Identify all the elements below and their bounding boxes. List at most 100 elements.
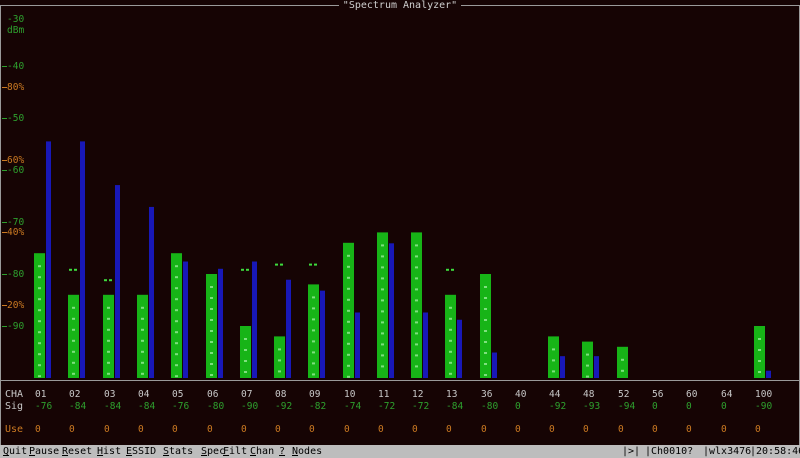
table-cell: -74 bbox=[344, 401, 362, 412]
table-cell: 0 bbox=[172, 424, 178, 435]
signal-bar-dash bbox=[347, 276, 350, 279]
menu-item-essid[interactable]: ESSID bbox=[126, 445, 156, 458]
signal-bar-dash bbox=[210, 286, 213, 288]
signal-bar-dash bbox=[175, 276, 178, 279]
table-cell: 0 bbox=[207, 424, 213, 435]
table-cell: 0 bbox=[69, 424, 75, 435]
table-cell: 64 bbox=[721, 389, 733, 400]
signal-bar bbox=[582, 341, 593, 378]
signal-bar-dash bbox=[210, 297, 213, 299]
menu-item-reset[interactable]: Reset bbox=[62, 445, 92, 458]
table-cell: -84 bbox=[104, 401, 122, 412]
signal-bar-dash bbox=[312, 307, 315, 310]
signal-bar-dash bbox=[107, 339, 110, 342]
signal-bar-dash bbox=[312, 373, 315, 376]
signal-bar-dash bbox=[141, 317, 144, 320]
signal-bar-dash bbox=[210, 352, 213, 354]
usage-bar bbox=[80, 141, 85, 378]
menu-label-rest: eset bbox=[68, 446, 93, 457]
peak-marker bbox=[109, 279, 112, 282]
signal-bar-dash bbox=[72, 372, 75, 375]
table-cell: 44 bbox=[549, 389, 561, 400]
signal-bar-dash bbox=[175, 342, 178, 345]
table-cell: 10 bbox=[344, 389, 356, 400]
menu-item-nodes[interactable]: Nodes bbox=[292, 445, 322, 458]
signal-bar-dash bbox=[621, 358, 624, 361]
spectrum-chart bbox=[34, 141, 771, 378]
table-cell: 0 bbox=[378, 424, 384, 435]
signal-bar-dash bbox=[175, 353, 178, 356]
usage-bar bbox=[423, 312, 428, 378]
signal-bar-dash bbox=[758, 371, 761, 373]
usage-bar bbox=[218, 268, 223, 378]
menu-label-rest: han bbox=[256, 446, 275, 457]
signal-bar-dash bbox=[484, 308, 487, 310]
table-cell: 02 bbox=[69, 389, 81, 400]
table-cell: -84 bbox=[138, 401, 156, 412]
usage-bar bbox=[594, 356, 599, 378]
peak-marker bbox=[309, 263, 312, 266]
signal-bar-dash bbox=[141, 372, 144, 375]
y-axis-label: -40 bbox=[7, 61, 25, 72]
signal-bar-dash bbox=[38, 320, 41, 323]
usage-bar bbox=[355, 312, 360, 378]
peak-marker bbox=[69, 268, 72, 271]
table-cell: 0 bbox=[652, 401, 658, 412]
signal-bar-dash bbox=[381, 354, 384, 357]
usage-bar bbox=[286, 279, 291, 378]
signal-bar-dash bbox=[312, 318, 315, 321]
table-cell: 03 bbox=[104, 389, 116, 400]
table-cell: -80 bbox=[207, 401, 225, 412]
signal-bar bbox=[206, 274, 217, 378]
menu-item-quit[interactable]: Quit bbox=[3, 445, 27, 458]
y-axis-label: -90 bbox=[7, 321, 25, 332]
menu-item-help[interactable]: ? bbox=[279, 445, 285, 458]
signal-bar-dash bbox=[381, 365, 384, 368]
signal-bar-dash bbox=[210, 319, 213, 321]
signal-bar-dash bbox=[381, 288, 384, 291]
signal-bar-dash bbox=[244, 349, 247, 351]
signal-bar-dash bbox=[415, 266, 418, 269]
table-cell: 13 bbox=[446, 389, 458, 400]
signal-bar-dash bbox=[210, 308, 213, 310]
menu-item-pause[interactable]: Pause bbox=[29, 445, 59, 458]
menu-item-hist[interactable]: Hist bbox=[97, 445, 121, 458]
signal-bar-dash bbox=[415, 244, 418, 247]
row-label-signal: Sig bbox=[5, 401, 24, 412]
y-axis-tick bbox=[2, 160, 7, 161]
peak-marker bbox=[446, 268, 449, 271]
signal-bar-dash bbox=[38, 364, 41, 367]
table-cell: -84 bbox=[446, 401, 464, 412]
menu-item-stats[interactable]: Stats bbox=[163, 445, 193, 458]
table-cell: 05 bbox=[172, 389, 184, 400]
table-cell: 0 bbox=[104, 424, 110, 435]
signal-bar-dash bbox=[586, 364, 589, 367]
signal-bar bbox=[34, 253, 45, 378]
table-cell: 0 bbox=[412, 424, 418, 435]
peak-marker bbox=[275, 263, 278, 266]
signal-bar-dash bbox=[484, 297, 487, 299]
signal-bar-dash bbox=[449, 350, 452, 353]
menu-item-filt[interactable]: Filt bbox=[223, 445, 247, 458]
signal-bar-dash bbox=[381, 321, 384, 324]
table-cell: 36 bbox=[481, 389, 493, 400]
menu-item-spec[interactable]: Spec bbox=[201, 445, 225, 458]
signal-bar-dash bbox=[312, 351, 315, 354]
table-cell: 0 bbox=[275, 424, 281, 435]
signal-bar-dash bbox=[381, 255, 384, 258]
signal-bar-dash bbox=[415, 255, 418, 258]
signal-bar-dash bbox=[175, 298, 178, 301]
menu-label-rest: ilt bbox=[229, 446, 248, 457]
signal-bar bbox=[171, 253, 182, 378]
signal-bar-dash bbox=[381, 299, 384, 302]
menu-item-chan[interactable]: Chan bbox=[250, 445, 274, 458]
signal-bar-dash bbox=[72, 306, 75, 309]
table-cell: -92 bbox=[549, 401, 567, 412]
signal-bar-dash bbox=[449, 317, 452, 320]
table-cell: 0 bbox=[446, 424, 452, 435]
table-cell: -72 bbox=[378, 401, 396, 412]
signal-bar-dash bbox=[210, 374, 213, 376]
signal-bar bbox=[754, 326, 765, 378]
signal-bar-dash bbox=[278, 348, 281, 351]
signal-bar-dash bbox=[449, 328, 452, 331]
